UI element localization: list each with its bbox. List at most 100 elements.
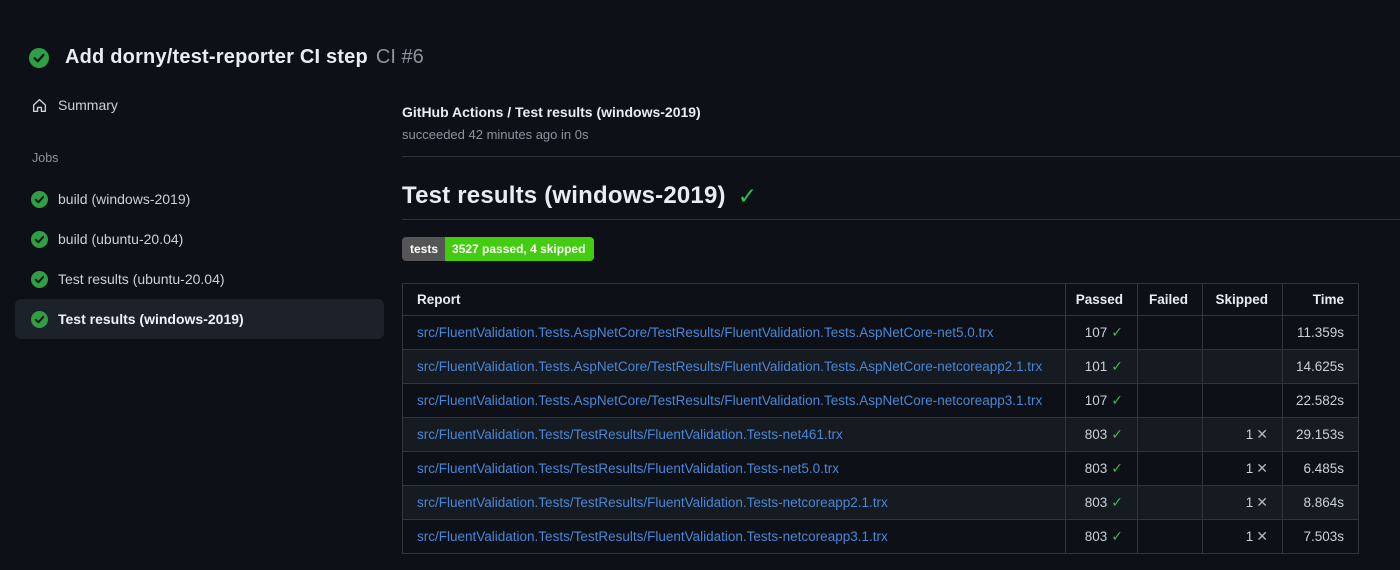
column-header-failed: Failed [1137,283,1203,316]
skipped-cell: ✕ [1202,349,1283,384]
report-row: src/FluentValidation.Tests.AspNetCore/Te… [402,383,1359,418]
job-detail-panel: GitHub Actions / Test results (windows-2… [400,85,1400,554]
failed-cell [1137,451,1203,486]
jobs-section-label: Jobs [32,151,59,165]
passed-cell: 101 ✓ [1065,349,1138,384]
job-status-check-circle-icon [31,310,48,328]
passed-check-icon: ✓ [1111,460,1123,476]
passed-cell: 107 ✓ [1065,383,1138,418]
tests-badge-value: 3527 passed, 4 skipped [445,237,595,261]
report-link[interactable]: src/FluentValidation.Tests.AspNetCore/Te… [417,359,1042,374]
time-cell: 29.153s [1282,417,1359,452]
time-cell: 22.582s [1282,383,1359,418]
tests-badge: tests 3527 passed, 4 skipped [402,237,595,261]
failed-cell [1137,485,1203,520]
column-header-passed: Passed [1065,283,1138,316]
skipped-cell: 1 ✕ [1202,519,1283,554]
failed-cell [1137,417,1203,452]
failed-cell [1137,315,1203,350]
tests-badge-label: tests [402,237,446,261]
run-number: CI #6 [375,46,424,68]
section-divider [402,156,1400,157]
job-label: build (windows-2019) [58,191,191,207]
job-label: build (ubuntu-20.04) [58,231,184,247]
skipped-x-icon: ✕ [1256,460,1268,476]
run-title: Add dorny/test-reporter CI step [65,46,368,68]
passed-check-icon: ✓ [1111,494,1123,510]
heading-row: Test results (windows-2019) ✓ [402,182,1400,220]
skipped-cell: ✕ [1202,315,1283,350]
report-row: src/FluentValidation.Tests/TestResults/F… [402,519,1359,554]
sidebar-summary-label: Summary [58,97,118,113]
report-link[interactable]: src/FluentValidation.Tests/TestResults/F… [417,529,888,544]
passed-count: 107 [1084,325,1108,340]
run-header: Add dorny/test-reporter CI step CI #6 [0,0,1400,85]
time-cell: 6.485s [1282,451,1359,486]
job-label: Test results (windows-2019) [58,311,244,327]
report-link[interactable]: src/FluentValidation.Tests.AspNetCore/Te… [417,325,994,340]
passed-cell: 803 ✓ [1065,451,1138,486]
report-link[interactable]: src/FluentValidation.Tests/TestResults/F… [417,495,888,510]
job-status-check-circle-icon [31,230,48,248]
sidebar-item-job[interactable]: build (ubuntu-20.04) [15,219,384,259]
skipped-count: 1 [1245,461,1254,476]
passed-count: 803 [1084,495,1108,510]
passed-count: 101 [1084,359,1108,374]
column-header-skipped: Skipped [1202,283,1283,316]
check-run-status-line: succeeded 42 minutes ago in 0s [402,127,589,142]
passed-check-icon: ✓ [1111,324,1123,340]
time-cell: 14.625s [1282,349,1359,384]
report-link[interactable]: src/FluentValidation.Tests/TestResults/F… [417,461,839,476]
passed-check-icon: ✓ [1111,426,1123,442]
sidebar-item-summary[interactable]: Summary [15,87,384,123]
passed-cell: 803 ✓ [1065,519,1138,554]
time-cell: 11.359s [1282,315,1359,350]
skipped-cell: ✕ [1202,383,1283,418]
check-run-breadcrumb: GitHub Actions / Test results (windows-2… [402,104,701,120]
column-header-time: Time [1282,283,1359,316]
skipped-x-icon: ✕ [1256,426,1268,442]
passed-cell: 803 ✓ [1065,417,1138,452]
workflow-run-page: Add dorny/test-reporter CI step CI #6 Su… [0,0,1400,570]
passed-cell: 803 ✓ [1065,485,1138,520]
skipped-count: 1 [1245,495,1254,510]
skipped-cell: 1 ✕ [1202,485,1283,520]
failed-cell [1137,519,1203,554]
failed-cell [1137,349,1203,384]
passed-count: 803 [1084,427,1108,442]
column-header-report: Report [402,283,1066,316]
run-status-check-circle-icon [29,47,49,68]
sidebar-item-job[interactable]: Test results (ubuntu-20.04) [15,259,384,299]
test-results-table: Report Passed Failed Skipped Time src/Fl… [402,283,1359,554]
report-row: src/FluentValidation.Tests/TestResults/F… [402,417,1359,452]
passed-count: 107 [1084,393,1108,408]
time-cell: 7.503s [1282,519,1359,554]
passed-count: 803 [1084,461,1108,476]
sidebar: Summary Jobs build (windows-2019) build … [0,85,400,339]
skipped-count: 1 [1245,427,1254,442]
failed-cell [1137,383,1203,418]
passed-cell: 107 ✓ [1065,315,1138,350]
passed-check-icon: ✓ [1111,528,1123,544]
skipped-x-icon: ✕ [1256,494,1268,510]
passed-check-icon: ✓ [1111,392,1123,408]
report-link[interactable]: src/FluentValidation.Tests/TestResults/F… [417,427,843,442]
table-header-row: Report Passed Failed Skipped Time [402,283,1359,316]
time-cell: 8.864s [1282,485,1359,520]
passed-check-icon: ✓ [1111,358,1123,374]
report-row: src/FluentValidation.Tests/TestResults/F… [402,451,1359,486]
skipped-x-icon: ✕ [1256,528,1268,544]
report-row: src/FluentValidation.Tests/TestResults/F… [402,485,1359,520]
report-row: src/FluentValidation.Tests.AspNetCore/Te… [402,315,1359,350]
job-status-check-circle-icon [31,190,48,208]
home-icon [31,97,48,114]
sidebar-item-job[interactable]: Test results (windows-2019) [15,299,384,339]
success-check-icon: ✓ [737,182,757,209]
skipped-count: 1 [1245,529,1254,544]
job-status-check-circle-icon [31,270,48,288]
sidebar-item-job[interactable]: build (windows-2019) [15,179,384,219]
report-link[interactable]: src/FluentValidation.Tests.AspNetCore/Te… [417,393,1042,408]
job-label: Test results (ubuntu-20.04) [58,271,225,287]
jobs-list: build (windows-2019) build (ubuntu-20.04… [15,179,384,339]
skipped-cell: 1 ✕ [1202,417,1283,452]
